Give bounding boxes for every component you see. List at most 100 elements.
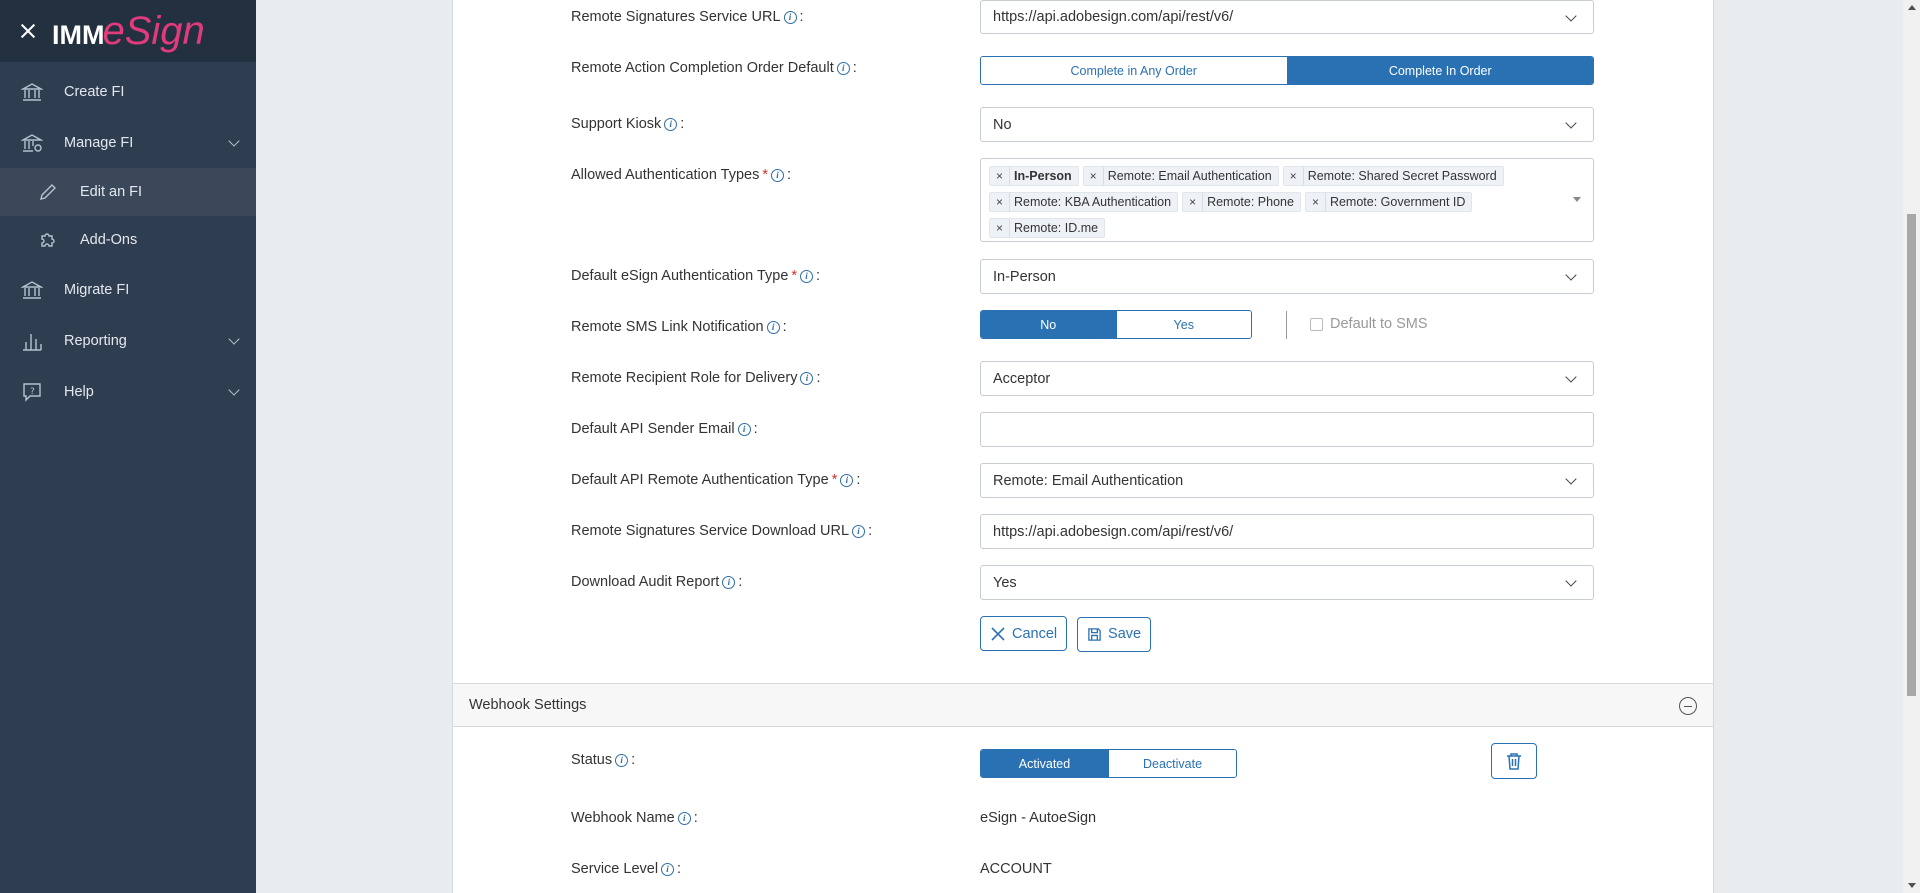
chevron-down-icon bbox=[1565, 575, 1577, 587]
completion-order-toggle: Complete in Any Order Complete In Order bbox=[980, 56, 1594, 85]
remove-tag-icon[interactable]: × bbox=[990, 219, 1011, 237]
sidebar-item-help[interactable]: ? Help bbox=[0, 366, 256, 417]
service-url-label: Remote Signatures Service URL i: bbox=[571, 9, 804, 25]
info-icon[interactable]: i bbox=[800, 269, 814, 283]
remove-tag-icon[interactable]: × bbox=[990, 193, 1011, 211]
info-icon[interactable]: i bbox=[766, 320, 780, 334]
audit-report-label: Download Audit Report i: bbox=[571, 574, 743, 590]
chevron-down-icon bbox=[1565, 269, 1577, 281]
chevron-down-icon bbox=[228, 384, 240, 396]
activated-option[interactable]: Activated bbox=[981, 750, 1108, 777]
collapse-icon[interactable] bbox=[1679, 697, 1697, 715]
sender-email-input[interactable] bbox=[980, 412, 1594, 447]
webhook-settings-header[interactable]: Webhook Settings bbox=[453, 683, 1713, 727]
recipient-role-label: Remote Recipient Role for Delivery i: bbox=[571, 370, 821, 386]
divider bbox=[1286, 311, 1287, 339]
status-toggle: Activated Deactivate bbox=[980, 749, 1237, 778]
sidebar-item-edit-fi[interactable]: Edit an FI bbox=[0, 168, 256, 216]
sidebar-item-label: Add-Ons bbox=[80, 232, 138, 248]
sidebar-item-migrate-fi[interactable]: Migrate FI bbox=[0, 264, 256, 315]
info-icon[interactable]: i bbox=[783, 10, 797, 24]
recipient-role-value: Acceptor bbox=[993, 370, 1051, 387]
close-icon bbox=[990, 626, 1006, 642]
sms-no-option[interactable]: No bbox=[981, 311, 1116, 338]
bank-icon bbox=[20, 80, 44, 104]
chevron-down-icon bbox=[1565, 117, 1577, 129]
auth-types-multiselect[interactable]: × In-Person × Remote: Email Authentication… bbox=[980, 158, 1594, 242]
support-kiosk-select[interactable]: No bbox=[980, 107, 1594, 142]
form-actions: Cancel Save bbox=[980, 616, 1594, 652]
caret-down-icon[interactable] bbox=[1573, 197, 1581, 202]
chevron-down-icon bbox=[1565, 371, 1577, 383]
sms-link-toggle: No Yes bbox=[980, 310, 1252, 339]
info-icon[interactable]: i bbox=[722, 575, 736, 589]
remove-tag-icon[interactable]: × bbox=[1084, 167, 1104, 185]
status-label: Status i: bbox=[571, 752, 636, 768]
complete-any-order-option[interactable]: Complete in Any Order bbox=[981, 57, 1287, 84]
remove-tag-icon[interactable]: × bbox=[1284, 167, 1304, 185]
info-icon[interactable]: i bbox=[852, 524, 866, 538]
close-icon[interactable] bbox=[20, 23, 36, 39]
chevron-down-icon bbox=[228, 135, 240, 147]
logo-imm: IMM bbox=[52, 19, 105, 50]
sidebar-item-manage-fi[interactable]: Manage FI bbox=[0, 117, 256, 168]
completion-order-label: Remote Action Completion Order Default i: bbox=[571, 60, 857, 76]
auth-tag: × Remote: ID.me bbox=[989, 218, 1106, 238]
info-icon[interactable]: i bbox=[800, 371, 814, 385]
download-url-input[interactable]: https://api.adobesign.com/api/rest/v6/ bbox=[980, 514, 1594, 549]
sms-link-label: Remote SMS Link Notification i: bbox=[571, 319, 787, 335]
audit-report-select[interactable]: Yes bbox=[980, 565, 1594, 600]
delete-webhook-button[interactable] bbox=[1491, 743, 1537, 779]
service-level-value: ACCOUNT bbox=[980, 861, 1052, 877]
sidebar-item-add-ons[interactable]: Add-Ons bbox=[0, 216, 256, 264]
info-icon[interactable]: i bbox=[661, 862, 675, 876]
default-to-sms-checkbox[interactable]: Default to SMS bbox=[1310, 316, 1428, 332]
auth-tag: × Remote: Government ID bbox=[1304, 192, 1473, 212]
sidebar-item-label: Migrate FI bbox=[64, 281, 130, 298]
info-icon[interactable]: i bbox=[836, 61, 850, 75]
info-icon[interactable]: i bbox=[771, 168, 785, 182]
pencil-icon bbox=[36, 180, 60, 204]
remove-tag-icon[interactable]: × bbox=[1183, 193, 1204, 211]
puzzle-icon bbox=[36, 228, 60, 252]
deactivate-option[interactable]: Deactivate bbox=[1108, 750, 1236, 777]
sidebar-item-create-fi[interactable]: Create FI bbox=[0, 66, 256, 117]
default-auth-select[interactable]: In-Person bbox=[980, 259, 1594, 294]
save-button[interactable]: Save bbox=[1077, 616, 1152, 652]
scrollbar-thumb[interactable] bbox=[1907, 214, 1916, 696]
info-icon[interactable]: i bbox=[664, 117, 678, 131]
page-scrollbar[interactable] bbox=[1903, 0, 1920, 893]
sidebar: IMM eSign Create FI Manage FI Edit an FI… bbox=[0, 0, 256, 893]
save-icon bbox=[1087, 627, 1102, 642]
audit-report-value: Yes bbox=[993, 574, 1017, 591]
sidebar-item-label: Reporting bbox=[64, 332, 127, 349]
auth-tag: × In-Person bbox=[989, 166, 1079, 186]
checkbox-box[interactable] bbox=[1310, 317, 1323, 331]
bank-icon bbox=[20, 278, 44, 302]
info-icon[interactable]: i bbox=[615, 753, 629, 767]
chevron-down-icon bbox=[228, 333, 240, 345]
recipient-role-select[interactable]: Acceptor bbox=[980, 361, 1594, 396]
support-kiosk-value: No bbox=[993, 116, 1012, 133]
sms-yes-option[interactable]: Yes bbox=[1115, 311, 1251, 338]
sidebar-item-reporting[interactable]: Reporting bbox=[0, 315, 256, 366]
info-icon[interactable]: i bbox=[677, 811, 691, 825]
sender-email-label: Default API Sender Email i: bbox=[571, 421, 758, 437]
scroll-up-icon[interactable] bbox=[1908, 5, 1916, 10]
auth-types-label: Allowed Authentication Types * i: bbox=[571, 167, 792, 183]
download-url-value: https://api.adobesign.com/api/rest/v6/ bbox=[993, 523, 1234, 540]
service-url-select[interactable]: https://api.adobesign.com/api/rest/v6/ bbox=[980, 0, 1594, 34]
required-mark: * bbox=[791, 268, 798, 284]
bank-gear-icon bbox=[20, 131, 44, 155]
auth-tag: × Remote: KBA Authentication bbox=[989, 192, 1179, 212]
scroll-down-icon[interactable] bbox=[1908, 883, 1916, 888]
remove-tag-icon[interactable]: × bbox=[990, 167, 1011, 185]
cancel-button[interactable]: Cancel bbox=[980, 616, 1068, 651]
info-icon[interactable]: i bbox=[840, 473, 854, 487]
api-auth-select[interactable]: Remote: Email Authentication bbox=[980, 463, 1594, 498]
logo-esign: eSign bbox=[102, 8, 205, 53]
api-auth-value: Remote: Email Authentication bbox=[993, 472, 1184, 489]
info-icon[interactable]: i bbox=[737, 422, 751, 436]
complete-in-order-option[interactable]: Complete In Order bbox=[1286, 57, 1593, 84]
remove-tag-icon[interactable]: × bbox=[1306, 193, 1326, 211]
